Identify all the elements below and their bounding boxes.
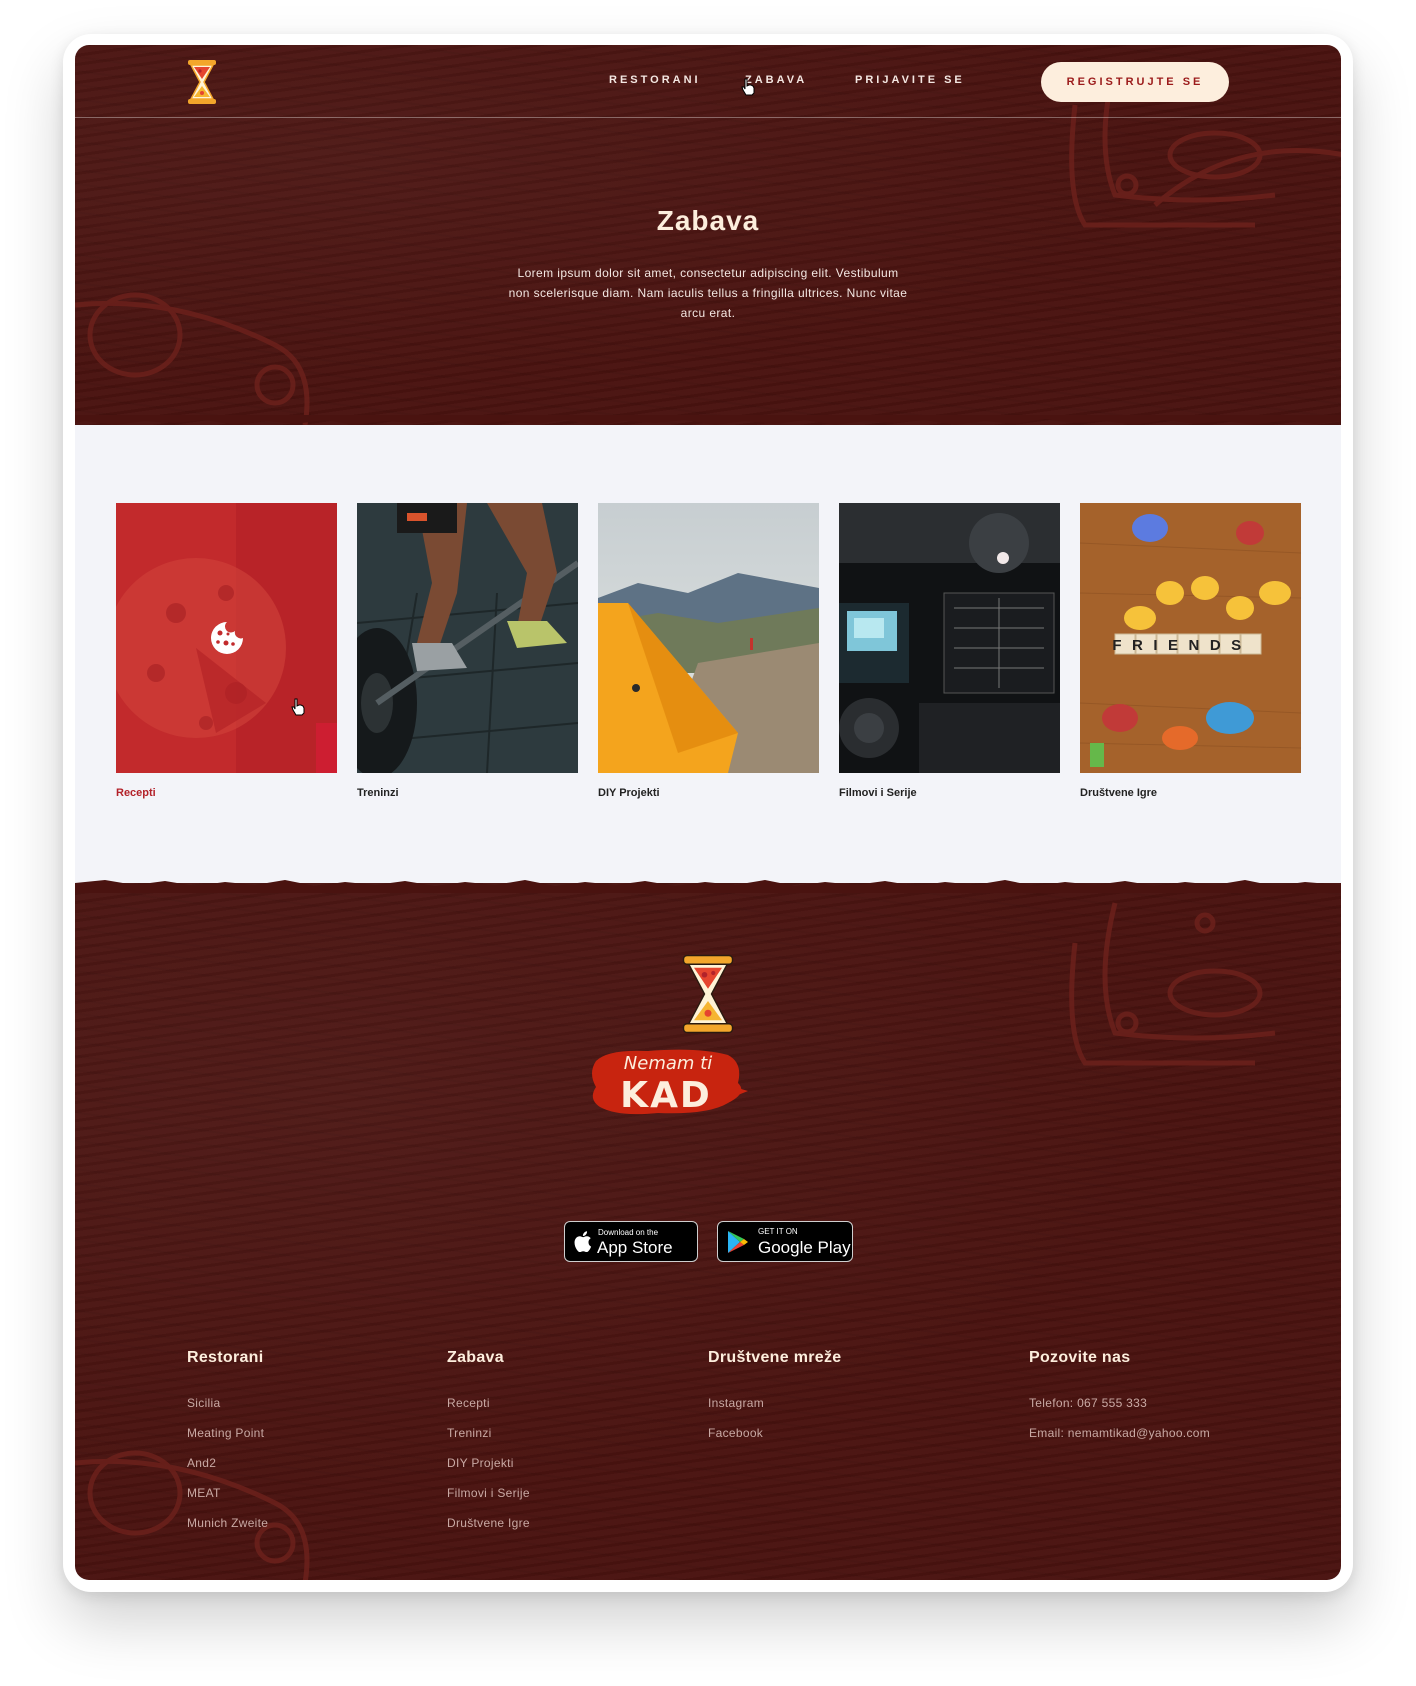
footer-link[interactable]: And2 [187, 1456, 216, 1470]
category-card-drustvene-igre[interactable]: FRIENDS Društvene Igre [1080, 503, 1301, 799]
footer-column-title: Pozovite nas [1029, 1349, 1131, 1366]
hourglass-pizza-logo [682, 954, 734, 1034]
footer-link[interactable]: Treninzi [447, 1426, 492, 1440]
category-label: Filmovi i Serije [839, 787, 917, 799]
torn-edge [75, 880, 1341, 893]
camera-photo [839, 503, 1060, 773]
footer-link[interactable]: MEAT [187, 1486, 221, 1500]
nav-link-prijavite-se[interactable]: PRIJAVITE SE [855, 74, 965, 86]
app-store-small-text: Download on the [598, 1228, 659, 1237]
footer-link[interactable]: Meating Point [187, 1426, 264, 1440]
footer-column-title: Restorani [187, 1349, 264, 1366]
footer-link[interactable]: Munich Zweite [187, 1516, 268, 1530]
friends-tiles-text: FRIENDS [1112, 637, 1251, 654]
apple-icon [574, 1231, 592, 1252]
footer-phone[interactable]: Telefon: 067 555 333 [1029, 1396, 1147, 1410]
category-image-diy-projekti [598, 503, 819, 773]
category-image-recepti [116, 503, 337, 773]
category-label: Društvene Igre [1080, 787, 1158, 799]
page: RESTORANI ZABAVA PRIJAVITE SE REGISTRUJT… [75, 45, 1341, 1580]
category-image-filmovi-i-serije [839, 503, 1060, 773]
brand-line-1: Nemam ti [624, 1053, 712, 1074]
nav-link-restorani[interactable]: RESTORANI [609, 74, 701, 86]
hero-section: RESTORANI ZABAVA PRIJAVITE SE REGISTRUJT… [75, 45, 1341, 425]
brand-wordmark: Nemam ti KAD [592, 1049, 748, 1116]
hourglass-pizza-logo[interactable] [186, 59, 218, 105]
footer-link[interactable]: Facebook [708, 1426, 763, 1440]
footer: Nemam ti KAD Download on the App Store G… [75, 880, 1341, 1580]
footer-link[interactable]: Recepti [447, 1396, 490, 1410]
category-label: Recepti [116, 787, 156, 799]
category-image-treninzi [357, 503, 578, 773]
page-title: Zabava [656, 205, 760, 236]
footer-column-title: Društvene mreže [708, 1349, 842, 1366]
footer-link[interactable]: Filmovi i Serije [447, 1486, 530, 1500]
category-image-drustvene-igre: FRIENDS [1080, 503, 1301, 773]
google-play-button[interactable]: GET IT ON Google Play [717, 1221, 853, 1262]
pizza-decoration-icon [1069, 902, 1276, 1066]
brand-line-2: KAD [620, 1075, 712, 1116]
tent-photo [598, 503, 819, 773]
category-card-filmovi-i-serije[interactable]: Filmovi i Serije [839, 503, 1060, 799]
category-card-treninzi[interactable]: Treninzi [357, 503, 578, 799]
category-card-diy-projekti[interactable]: DIY Projekti [598, 503, 819, 799]
category-card-recepti[interactable]: Recepti [116, 503, 337, 799]
top-navigation: RESTORANI ZABAVA PRIJAVITE SE REGISTRUJT… [75, 45, 1341, 118]
toys-photo: FRIENDS [1080, 503, 1301, 773]
footer-link[interactable]: Društvene Igre [447, 1516, 530, 1530]
footer-link[interactable]: Sicilia [187, 1396, 220, 1410]
workout-photo [357, 503, 578, 773]
nav-link-zabava[interactable]: ZABAVA [745, 74, 807, 86]
footer-column-title: Zabava [447, 1349, 504, 1366]
register-button[interactable]: REGISTRUJTE SE [1041, 62, 1229, 102]
app-store-big-text: App Store [597, 1238, 673, 1257]
google-play-small-text: GET IT ON [758, 1227, 798, 1236]
footer-email[interactable]: Email: nemamtikad@yahoo.com [1029, 1426, 1210, 1440]
pizza-decoration-icon [75, 292, 310, 425]
category-label: Treninzi [357, 787, 399, 799]
footer-link[interactable]: DIY Projekti [447, 1456, 514, 1470]
category-label: DIY Projekti [598, 787, 660, 799]
footer-link[interactable]: Instagram [708, 1396, 764, 1410]
app-store-button[interactable]: Download on the App Store [564, 1221, 698, 1262]
google-play-icon [728, 1231, 748, 1253]
cookie-icon [211, 622, 243, 654]
google-play-big-text: Google Play [758, 1238, 851, 1257]
hero-description: Lorem ipsum dolor sit amet, consectetur … [508, 266, 908, 320]
